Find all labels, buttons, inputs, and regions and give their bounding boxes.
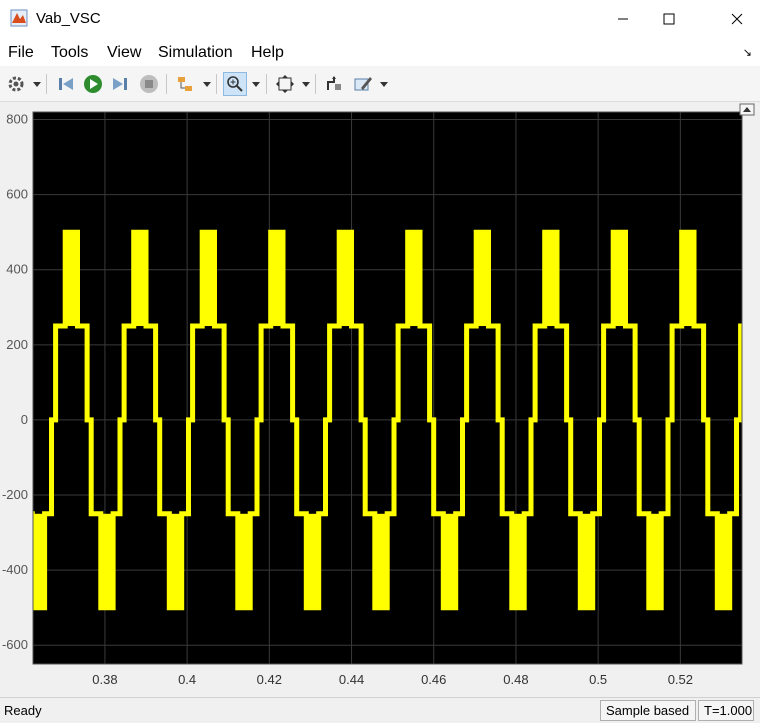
style-icon [354, 77, 372, 91]
signal-switching-band [544, 230, 558, 327]
menu-bar: File Tools View Simulation Help ↘ [0, 38, 760, 66]
signal-switching-band [613, 230, 626, 327]
settings-dropdown[interactable] [32, 76, 42, 92]
signal-switching-band [33, 513, 45, 610]
signal-switching-band [681, 230, 695, 327]
y-tick-label: -400 [2, 562, 28, 577]
sample-mode-status: Sample based [600, 700, 696, 721]
run-button[interactable] [81, 72, 105, 96]
toolbar-separator [46, 74, 47, 94]
close-button[interactable] [714, 0, 760, 38]
y-tick-label: 0 [21, 412, 28, 427]
toolbar-separator [266, 74, 267, 94]
chevron-down-icon [302, 81, 310, 87]
zoom-in-button[interactable] [223, 72, 247, 96]
y-tick-label: 400 [6, 262, 28, 277]
signal-switching-band [169, 513, 182, 610]
close-icon [731, 13, 743, 25]
signal-switching-band [407, 230, 421, 327]
signal-switching-band [750, 230, 760, 326]
x-tick-label: 0.38 [92, 672, 117, 687]
signal-switching-band [100, 513, 114, 610]
settings-button[interactable] [4, 72, 28, 96]
menu-help[interactable]: Help [251, 44, 284, 62]
signal-switching-band [202, 230, 215, 327]
zoom-in-icon [227, 76, 243, 92]
highlight-button[interactable] [174, 72, 198, 96]
x-tick-label: 0.52 [668, 672, 693, 687]
y-tick-label: 800 [6, 112, 28, 127]
step-forward-icon [113, 78, 127, 90]
scope-chart[interactable]: 0.38 0.4 0.42 0.44 0.46 0.48 0.5 0.52 -600 -400 -2… [0, 102, 760, 695]
window-title: Vab_VSC [36, 10, 101, 27]
time-status: T=1.000 [698, 700, 754, 721]
signal-switching-band [374, 513, 388, 610]
highlight-icon [178, 77, 192, 91]
chevron-down-icon [203, 81, 211, 87]
scope-plot-area[interactable]: 0.38 0.4 0.42 0.44 0.46 0.48 0.5 0.52 -600 -400 -2… [0, 102, 760, 695]
x-tick-label: 0.48 [503, 672, 528, 687]
menu-tools[interactable]: Tools [51, 44, 88, 62]
signal-switching-band [0, 230, 9, 326]
run-icon [84, 75, 102, 93]
toolbar [0, 66, 760, 102]
signal-switching-band [237, 513, 251, 610]
x-tick-label: 0.44 [339, 672, 364, 687]
signal-switching-band [443, 513, 456, 610]
cursor-measure-button[interactable] [322, 72, 346, 96]
toolbar-separator [216, 74, 217, 94]
chevron-down-icon [380, 81, 388, 87]
menu-file[interactable]: File [8, 44, 34, 62]
signal-switching-band [648, 513, 662, 610]
y-tick-label: 600 [6, 187, 28, 202]
title-bar: Vab_VSC [0, 0, 760, 38]
toolbar-separator [166, 74, 167, 94]
step-back-button[interactable] [54, 72, 78, 96]
y-tick-label: -600 [2, 637, 28, 652]
status-bar: Ready Sample based T=1.000 [0, 697, 760, 723]
menu-simulation[interactable]: Simulation [158, 44, 233, 62]
style-dropdown[interactable] [379, 76, 389, 92]
signal-switching-band [133, 230, 147, 327]
highlight-dropdown[interactable] [202, 76, 212, 92]
settings-icon [8, 76, 24, 92]
signal-switching-band [306, 513, 319, 610]
x-tick-label: 0.42 [257, 672, 282, 687]
status-ready-text: Ready [4, 703, 42, 718]
signal-switching-band [511, 513, 525, 610]
zoom-dropdown[interactable] [251, 76, 261, 92]
minimize-button[interactable] [600, 0, 646, 38]
fit-dropdown[interactable] [301, 76, 311, 92]
y-tick-label: 200 [6, 337, 28, 352]
matlab-app-icon [10, 9, 28, 27]
step-forward-button[interactable] [108, 72, 132, 96]
style-button[interactable] [351, 72, 375, 96]
maximize-icon [663, 13, 675, 25]
step-back-icon [59, 78, 73, 90]
signal-switching-band [65, 230, 78, 327]
fit-to-view-icon [276, 75, 294, 93]
stop-icon [140, 75, 158, 93]
signal-switching-band [339, 230, 352, 327]
toolbar-separator [315, 74, 316, 94]
fit-to-view-button[interactable] [273, 72, 297, 96]
maximize-button[interactable] [646, 0, 692, 38]
chevron-down-icon [252, 81, 260, 87]
x-tick-label: 0.5 [589, 672, 607, 687]
signal-switching-band [580, 513, 593, 610]
signal-switching-band [270, 230, 284, 327]
stop-button[interactable] [137, 72, 161, 96]
y-tick-label: -200 [2, 487, 28, 502]
cursor-measure-icon [327, 76, 341, 90]
signal-switching-band [717, 513, 730, 610]
minimize-icon [618, 18, 628, 20]
chevron-down-icon [33, 81, 41, 87]
menu-view[interactable]: View [107, 44, 141, 62]
undock-arrow-icon[interactable]: ↘ [743, 46, 752, 59]
x-tick-label: 0.4 [178, 672, 196, 687]
undock-axes-button[interactable] [739, 103, 755, 116]
signal-switching-band [476, 230, 489, 327]
x-tick-label: 0.46 [421, 672, 446, 687]
